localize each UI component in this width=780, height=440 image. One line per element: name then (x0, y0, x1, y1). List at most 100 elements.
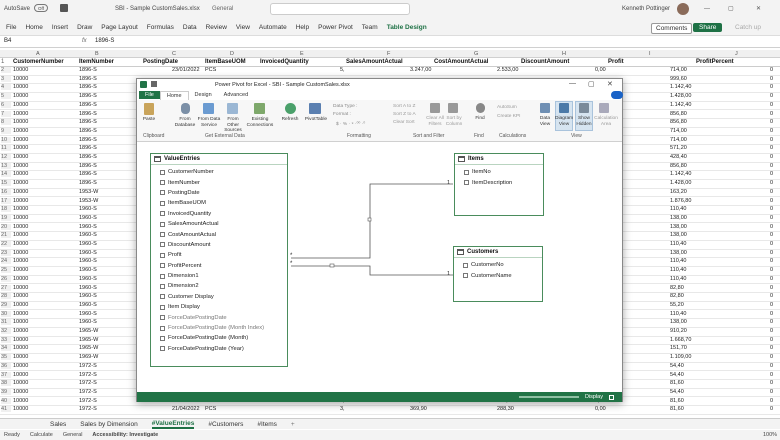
pp-maximize-icon[interactable]: ▢ (588, 80, 595, 88)
row-number[interactable]: 19 (1, 214, 11, 221)
status-calculate[interactable]: Calculate (30, 432, 53, 438)
cell[interactable]: 1896-S (79, 76, 97, 82)
cell[interactable]: 0 (770, 285, 773, 291)
cell[interactable]: 0 (770, 372, 773, 378)
cell[interactable]: 1960-S (79, 224, 97, 230)
zoom-level[interactable]: 100% (763, 432, 777, 438)
row-number[interactable]: 39 (1, 388, 11, 395)
cell[interactable]: 1896-S (79, 163, 97, 169)
row-number[interactable]: 14 (1, 171, 11, 178)
from-database-button[interactable]: From Database (172, 117, 198, 128)
cell[interactable]: 1896-S (79, 93, 97, 99)
row-number[interactable]: 27 (1, 284, 11, 291)
cell[interactable]: 856,80 (670, 119, 687, 125)
th-itemnumber[interactable]: ItemNumber (79, 59, 114, 65)
maximize-icon[interactable]: ▢ (728, 5, 734, 12)
cell[interactable]: 55,20 (670, 302, 684, 308)
row-number[interactable]: 32 (1, 328, 11, 334)
status-general[interactable]: General (63, 432, 83, 438)
display-label[interactable]: Display (585, 394, 603, 400)
cell[interactable]: 81,60 (670, 398, 684, 404)
cell[interactable]: 0 (770, 76, 773, 82)
cell[interactable]: 0 (770, 128, 773, 134)
fit-icon[interactable] (609, 394, 614, 400)
row-number[interactable]: 4 (1, 84, 11, 91)
cell[interactable]: 0,00 (595, 67, 606, 73)
cell[interactable]: 10000 (13, 345, 28, 351)
field-item[interactable]: SalesAmountActual (151, 219, 287, 229)
row-number[interactable]: 24 (1, 258, 11, 265)
row-number[interactable]: 8 (1, 119, 11, 126)
avatar[interactable] (677, 3, 689, 15)
row-number[interactable]: 25 (1, 267, 11, 274)
cell[interactable]: 1960-S (79, 267, 97, 273)
cell[interactable]: 0 (770, 154, 773, 160)
cell[interactable]: 10000 (13, 145, 28, 151)
cell[interactable]: 0 (770, 276, 773, 282)
th-customernumber[interactable]: CustomerNumber (13, 59, 64, 65)
field-item[interactable]: ItemNo (455, 167, 543, 177)
cell[interactable]: 1972-S (79, 380, 97, 386)
sheet-tab-customers[interactable]: #Customers (208, 421, 243, 428)
menu-review[interactable]: Review (206, 24, 227, 31)
row-number[interactable]: 38 (1, 380, 11, 387)
cell[interactable]: 0 (770, 267, 773, 273)
cell[interactable]: 1896-S (79, 67, 97, 73)
row-number[interactable]: 34 (1, 345, 11, 352)
find-button[interactable]: Find (471, 116, 489, 122)
row-number[interactable]: 35 (1, 354, 11, 361)
pivottable-button[interactable]: PivotTable (302, 117, 330, 123)
cell[interactable]: 1969-W (79, 354, 98, 360)
cell[interactable]: 2.533,00 (497, 67, 518, 73)
cell[interactable]: 1972-S (79, 363, 97, 369)
cell[interactable]: 10000 (13, 154, 28, 160)
table-customers[interactable]: Customers CustomerNo CustomerName (453, 246, 543, 302)
cell[interactable]: 1.668,70 (670, 337, 691, 343)
cell[interactable]: 10000 (13, 337, 28, 343)
th-postingdate[interactable]: PostingDate (143, 59, 178, 65)
table-header[interactable]: ValueEntries (151, 154, 287, 165)
cell[interactable]: 10000 (13, 180, 28, 186)
sort-z-a-button[interactable]: Sort Z to A (393, 112, 416, 118)
th-profit[interactable]: Profit (608, 59, 624, 65)
cell[interactable]: 1960-S (79, 311, 97, 317)
cell[interactable]: 1896-S (79, 111, 97, 117)
table-valueentries[interactable]: ValueEntries CustomerNumber ItemNumber Pos… (150, 153, 288, 367)
refresh-button[interactable]: Refresh (279, 117, 301, 123)
th-invoicedquantity[interactable]: InvoicedQuantity (260, 59, 309, 65)
row-number[interactable]: 30 (1, 310, 11, 317)
format-field[interactable]: Format : (333, 112, 351, 118)
cell[interactable]: 1965-W (79, 345, 98, 351)
row-number[interactable]: 40 (1, 397, 11, 404)
cell[interactable]: 1972-S (79, 406, 97, 412)
cell[interactable]: 138,00 (670, 215, 687, 221)
col-a[interactable]: A (36, 51, 40, 57)
cell[interactable]: 138,00 (670, 232, 687, 238)
menu-draw[interactable]: Draw (77, 24, 92, 31)
cell[interactable]: 0 (770, 293, 773, 299)
cell[interactable]: 10000 (13, 189, 28, 195)
cell[interactable]: 1.428,00 (670, 93, 691, 99)
row-number[interactable]: 23 (1, 249, 11, 256)
cell[interactable]: 714,00 (670, 128, 687, 134)
row-number[interactable]: 7 (1, 110, 11, 117)
row-number[interactable]: 2 (1, 67, 11, 73)
cell[interactable]: 10000 (13, 102, 28, 108)
from-data-service-button[interactable]: From Data Service (197, 117, 221, 128)
cell[interactable]: 0 (770, 328, 773, 334)
cell[interactable]: 369,90 (410, 406, 427, 412)
row-number[interactable]: 6 (1, 101, 11, 108)
menu-page-layout[interactable]: Page Layout (101, 24, 138, 31)
cell[interactable]: 10000 (13, 137, 28, 143)
col-j[interactable]: J (735, 51, 738, 57)
cell[interactable]: 856,80 (670, 163, 687, 169)
cell[interactable]: 1960-S (79, 232, 97, 238)
cell[interactable]: 1896-S (79, 171, 97, 177)
cell[interactable]: 10000 (13, 406, 28, 412)
cell[interactable]: 1.109,00 (670, 354, 691, 360)
cell[interactable]: 10000 (13, 372, 28, 378)
col-h[interactable]: H (562, 51, 566, 57)
row-number[interactable]: 5 (1, 93, 11, 100)
cell[interactable]: 0 (770, 180, 773, 186)
table-header[interactable]: Customers (454, 247, 542, 258)
